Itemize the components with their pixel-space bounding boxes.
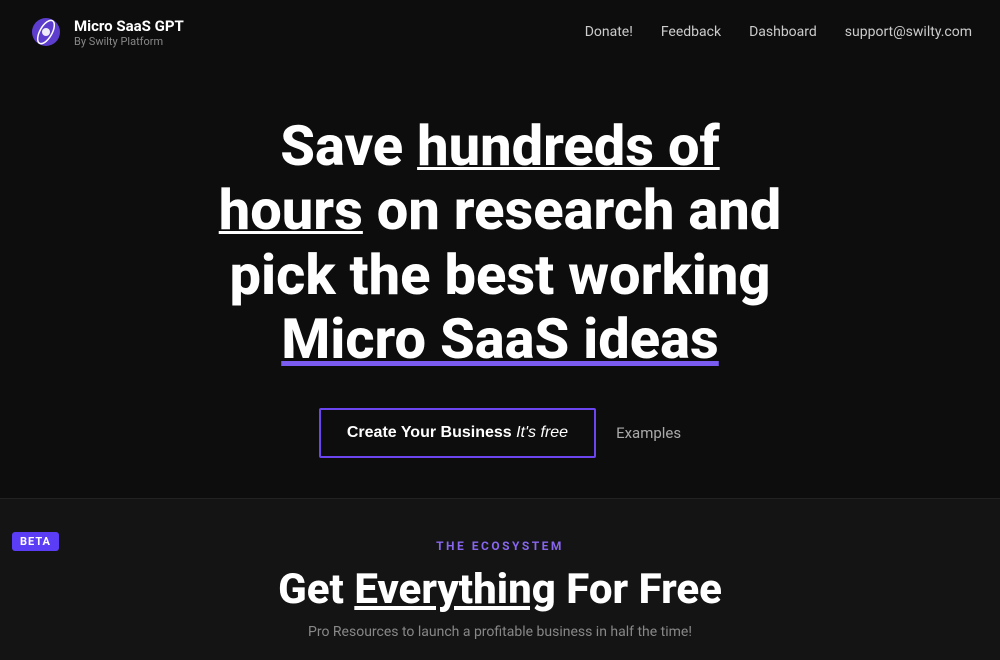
logo-subtitle: By Swilty Platform (74, 35, 184, 48)
hero-headline: Save hundreds ofhours on research andpic… (219, 114, 782, 372)
ecosystem-headline: Get Everything For Free (278, 565, 722, 614)
nav-support[interactable]: support@swilty.com (845, 24, 972, 40)
logo-area: Micro SaaS GPT By Swilty Platform (28, 14, 184, 50)
beta-badge: BETA (12, 532, 59, 551)
cta-button-italic: It's free (516, 424, 568, 441)
cta-button-text: Create Your Business (347, 424, 516, 441)
logo-title: Micro SaaS GPT (74, 17, 184, 35)
nav-dashboard[interactable]: Dashboard (749, 24, 817, 40)
ecosystem-headline-part1: Get (278, 565, 354, 614)
ecosystem-subtext: Pro Resources to launch a profitable bus… (308, 624, 692, 640)
ecosystem-headline-part2: For Free (556, 565, 722, 614)
logo-text: Micro SaaS GPT By Swilty Platform (74, 17, 184, 48)
examples-link[interactable]: Examples (616, 424, 681, 442)
site-header: Micro SaaS GPT By Swilty Platform Donate… (0, 0, 1000, 64)
ecosystem-section: THE ECOSYSTEM Get Everything For Free Pr… (0, 499, 1000, 660)
main-nav: Donate! Feedback Dashboard support@swilt… (585, 24, 972, 40)
ecosystem-headline-underline: Everything (354, 565, 555, 614)
cta-button[interactable]: Create Your Business It's free (319, 408, 596, 458)
headline-underline-2: Micro SaaS ideas (281, 306, 719, 372)
headline-text-1: Save (280, 113, 417, 179)
cta-group: Create Your Business It's free Examples (319, 408, 681, 458)
ecosystem-label: THE ECOSYSTEM (436, 539, 564, 553)
nav-feedback[interactable]: Feedback (661, 24, 721, 40)
hero-section: Save hundreds ofhours on research andpic… (0, 64, 1000, 499)
nav-donate[interactable]: Donate! (585, 24, 633, 40)
logo-icon (28, 14, 64, 50)
